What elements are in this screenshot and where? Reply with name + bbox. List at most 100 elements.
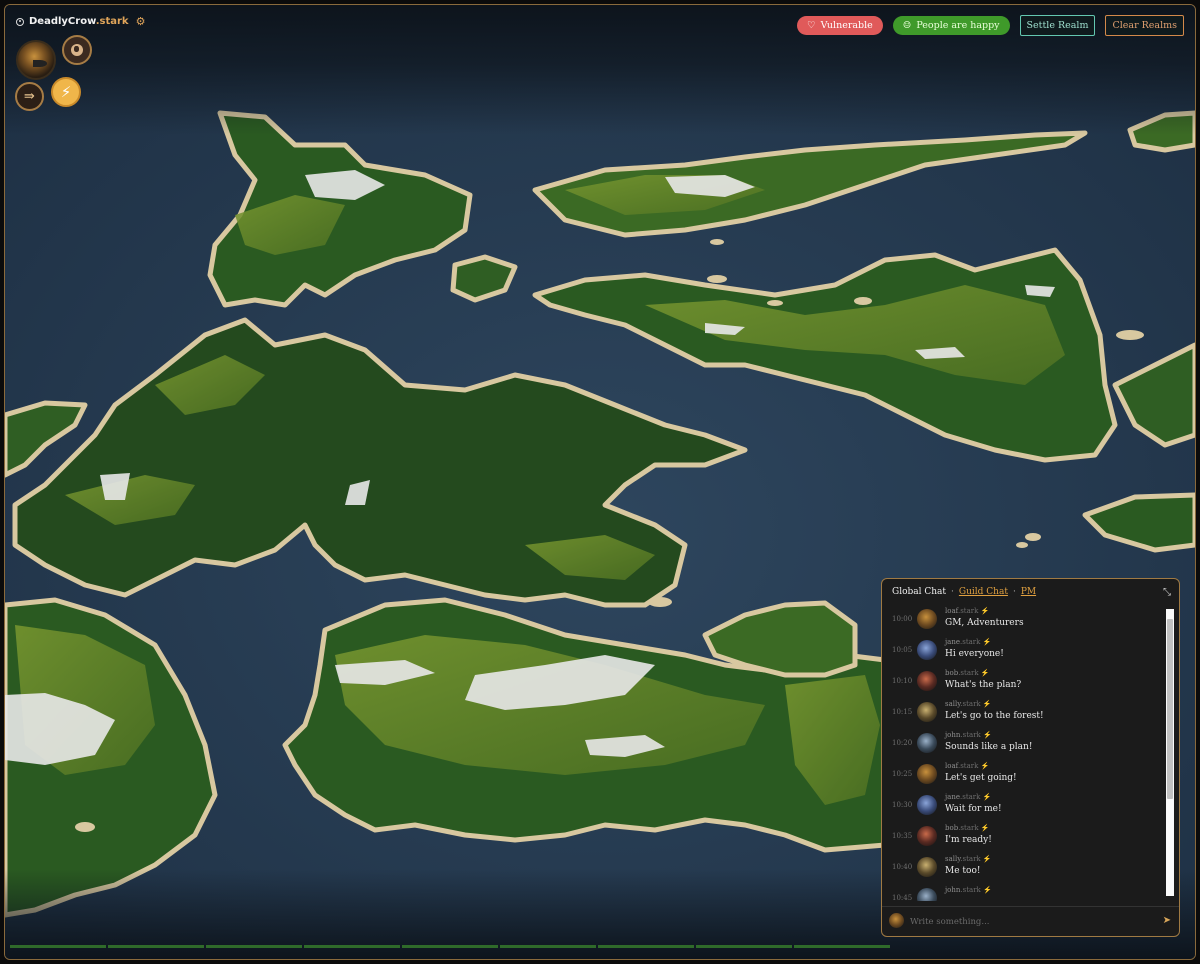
- username-text: john: [945, 731, 961, 739]
- message-text: Sounds like a plan!: [945, 742, 1033, 752]
- player-suffix: .stark: [95, 16, 129, 27]
- username-text: sally: [945, 855, 961, 863]
- settle-realm-label: Settle Realm: [1026, 20, 1089, 31]
- lightning-icon: ⚡: [983, 731, 992, 739]
- tab-separator: ·: [951, 587, 954, 597]
- user-avatar[interactable]: [917, 702, 937, 722]
- tab-guild-chat[interactable]: Guild Chat: [959, 587, 1008, 597]
- lightning-button[interactable]: ⚡: [51, 77, 81, 107]
- lightning-icon: ⚡: [982, 793, 992, 801]
- user-avatar[interactable]: [917, 888, 937, 901]
- happiness-badge[interactable]: ☺ People are happy: [892, 16, 1010, 35]
- username-suffix: .stark: [960, 700, 981, 708]
- exit-button[interactable]: ⇛: [15, 82, 44, 111]
- user-avatar[interactable]: [917, 764, 937, 784]
- username-text: jane: [945, 638, 960, 646]
- progress-segment: [206, 945, 302, 948]
- chat-message: 10:15 sally.stark ⚡ Let's go to the forest…: [882, 698, 1164, 729]
- message-username[interactable]: loaf.stark ⚡: [945, 607, 989, 615]
- username-suffix: .stark: [960, 731, 981, 739]
- message-username[interactable]: sally.stark ⚡: [945, 855, 992, 863]
- tab-global-chat[interactable]: Global Chat: [892, 587, 946, 597]
- message-time: 10:40: [892, 863, 913, 871]
- message-time: 10:30: [892, 801, 913, 809]
- progress-segment: [598, 945, 694, 948]
- chat-input-bar: ➤: [882, 906, 1179, 936]
- message-username[interactable]: john.stark ⚡: [945, 731, 992, 739]
- clear-realms-button[interactable]: Clear Realms: [1105, 15, 1184, 36]
- message-username[interactable]: sally.stark ⚡: [945, 700, 992, 708]
- settle-realm-button[interactable]: Settle Realm: [1019, 15, 1096, 36]
- people-icon: ☺: [902, 20, 912, 31]
- message-time: 10:45: [892, 894, 913, 901]
- message-time: 10:05: [892, 646, 913, 654]
- username-text: bob: [945, 669, 959, 677]
- lightning-icon: ⚡: [980, 669, 990, 677]
- progress-segment: [794, 945, 890, 948]
- send-icon[interactable]: ➤: [1163, 915, 1171, 926]
- message-username[interactable]: bob.stark ⚡: [945, 824, 990, 832]
- username-text: loaf: [945, 762, 958, 770]
- username-suffix: .stark: [957, 607, 979, 615]
- username-suffix: .stark: [958, 824, 979, 832]
- username-text: loaf: [945, 607, 958, 615]
- message-username[interactable]: loaf.stark ⚡: [945, 762, 989, 770]
- message-text: I'm ready!: [945, 835, 992, 845]
- username-suffix: .stark: [960, 855, 981, 863]
- vulnerable-badge[interactable]: ♡ Vulnerable: [797, 16, 883, 35]
- user-avatar[interactable]: [917, 826, 937, 846]
- globe-button[interactable]: [62, 35, 92, 65]
- happiness-label: People are happy: [916, 20, 1000, 31]
- username-text: john: [945, 886, 961, 894]
- message-time: 10:00: [892, 615, 913, 623]
- player-info[interactable]: DeadlyCrow.stark ⚙: [16, 15, 145, 28]
- progress-segment: [402, 945, 498, 948]
- message-username[interactable]: bob.stark ⚡: [945, 669, 990, 677]
- message-text: Me too!: [945, 866, 981, 876]
- vulnerable-label: Vulnerable: [820, 20, 873, 31]
- chat-message: 10:00 loaf.stark ⚡ GM, Adventurers: [882, 605, 1164, 636]
- user-avatar[interactable]: [917, 733, 937, 753]
- progress-segment: [10, 945, 106, 948]
- chat-messages: 10:00 loaf.stark ⚡ GM, Adventurers 10:05 jan…: [882, 605, 1164, 901]
- user-avatar[interactable]: [917, 671, 937, 691]
- user-avatar[interactable]: [917, 609, 937, 629]
- user-avatar[interactable]: [917, 640, 937, 660]
- chat-message: 10:35 bob.stark ⚡ I'm ready!: [882, 822, 1164, 853]
- chat-message: 10:10 bob.stark ⚡ What's the plan?: [882, 667, 1164, 698]
- clear-realms-label: Clear Realms: [1112, 20, 1177, 31]
- chat-message-input[interactable]: [908, 912, 1156, 932]
- message-username[interactable]: jane.stark ⚡: [945, 638, 991, 646]
- chat-message: 10:20 john.stark ⚡ Sounds like a plan!: [882, 729, 1164, 760]
- lightning-icon: ⚡: [982, 855, 992, 863]
- lightning-icon: ⚡: [980, 762, 990, 770]
- crow-avatar[interactable]: [16, 40, 56, 80]
- shield-icon: ♡: [807, 20, 816, 31]
- username-suffix: .stark: [960, 793, 981, 801]
- tab-pm[interactable]: PM: [1021, 587, 1036, 597]
- username-suffix: .stark: [960, 638, 981, 646]
- chat-message: 10:05 jane.stark ⚡ Hi everyone!: [882, 636, 1164, 667]
- message-username[interactable]: jane.stark ⚡: [945, 793, 991, 801]
- player-name: DeadlyCrow: [29, 16, 96, 27]
- progress-segment: [304, 945, 400, 948]
- user-avatar[interactable]: [917, 795, 937, 815]
- chat-message: 10:25 loaf.stark ⚡ Let's get going!: [882, 760, 1164, 791]
- message-time: 10:10: [892, 677, 913, 685]
- lightning-icon: ⚡: [982, 700, 992, 708]
- message-time: 10:15: [892, 708, 913, 716]
- message-time: 10:25: [892, 770, 913, 778]
- user-avatar[interactable]: [917, 857, 937, 877]
- lightning-icon: ⚡: [982, 638, 992, 646]
- username-text: sally: [945, 700, 961, 708]
- lightning-icon: ⚡: [980, 607, 990, 615]
- chat-scroll-thumb[interactable]: [1167, 619, 1173, 799]
- chat-scrollbar[interactable]: [1166, 609, 1174, 896]
- gear-icon[interactable]: ⚙: [136, 15, 146, 28]
- message-username[interactable]: john.stark ⚡: [945, 886, 992, 894]
- username-text: bob: [945, 824, 959, 832]
- target-icon: [16, 17, 24, 26]
- lightning-icon: ⚡: [980, 824, 990, 832]
- top-right-controls: ♡ Vulnerable ☺ People are happy Settle R…: [797, 15, 1184, 36]
- expand-icon[interactable]: ⤡: [1163, 587, 1171, 598]
